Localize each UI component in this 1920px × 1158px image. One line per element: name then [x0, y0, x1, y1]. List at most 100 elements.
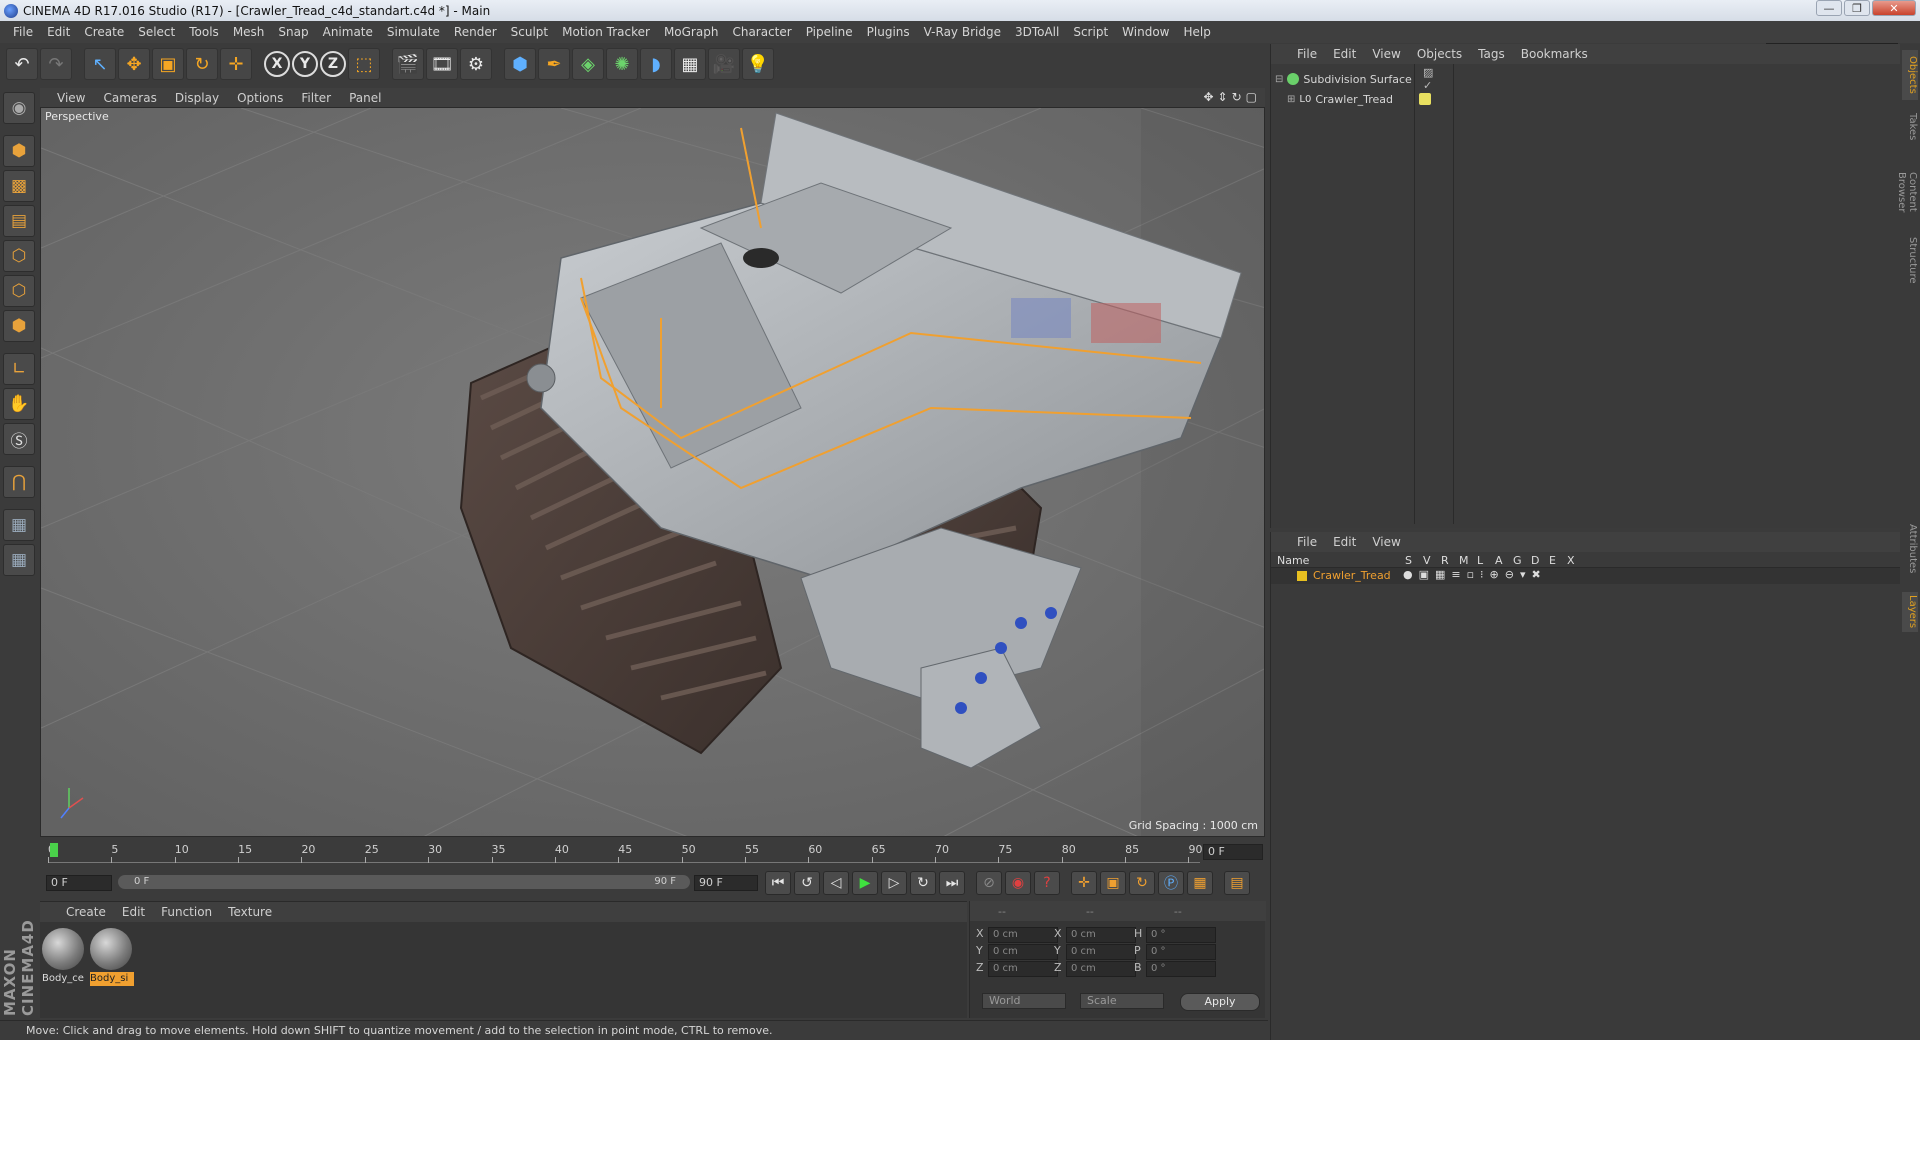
- object-menu-view[interactable]: View: [1364, 47, 1408, 61]
- planar-workplane-icon[interactable]: ▦: [3, 544, 35, 576]
- texture-mode-icon[interactable]: ▩: [3, 170, 35, 202]
- key-scale-icon[interactable]: ▣: [1100, 871, 1126, 895]
- side-tab-layers[interactable]: Layers: [1902, 592, 1918, 632]
- preview-range-slider[interactable]: 0 F 90 F: [118, 875, 690, 889]
- rotate-icon[interactable]: ↻: [186, 48, 218, 80]
- dolly-icon[interactable]: ⇕: [1218, 90, 1228, 104]
- object-tag-icons[interactable]: ▨ ✓: [1423, 66, 1433, 92]
- material-menu-edit[interactable]: Edit: [114, 905, 153, 919]
- object-menu-bookmarks[interactable]: Bookmarks: [1513, 47, 1596, 61]
- viewport-menu-options[interactable]: Options: [228, 91, 292, 105]
- maximize-button[interactable]: ❐: [1844, 0, 1870, 16]
- start-frame-field[interactable]: 0 F: [46, 875, 112, 891]
- menu-motion-tracker[interactable]: Motion Tracker: [555, 25, 657, 39]
- coord-value-field[interactable]: 0 cm: [1066, 961, 1136, 977]
- coord-value-field[interactable]: 0 cm: [1066, 927, 1136, 943]
- previous-key-icon[interactable]: ↺: [794, 871, 820, 895]
- workplane-mode-icon[interactable]: ▤: [3, 205, 35, 237]
- polygons-mode-icon[interactable]: ⬢: [3, 310, 35, 342]
- end-frame-field[interactable]: 90 F: [694, 875, 758, 891]
- world-coordinates-icon[interactable]: ⬚: [348, 48, 380, 80]
- go-to-end-icon[interactable]: ⏭: [939, 871, 965, 895]
- timeline-window-icon[interactable]: ▤: [1224, 871, 1250, 895]
- coord-value-field[interactable]: 0 cm: [988, 927, 1058, 943]
- material-menu-texture[interactable]: Texture: [220, 905, 280, 919]
- move-tool-icon[interactable]: ✛: [220, 48, 252, 80]
- menu-window[interactable]: Window: [1115, 25, 1176, 39]
- key-param-icon[interactable]: Ⓟ: [1158, 871, 1184, 895]
- render-picture-viewer-icon[interactable]: 🎞: [426, 48, 458, 80]
- apply-button[interactable]: Apply: [1180, 993, 1260, 1011]
- layer-color-icon[interactable]: [1297, 571, 1307, 581]
- object-mode-icon[interactable]: ⬢: [3, 135, 35, 167]
- layer-flags[interactable]: ●▣▦≡▫⁝⊕⊖▾✖: [1403, 568, 1547, 581]
- size-mode-dropdown[interactable]: Scale: [1080, 993, 1164, 1009]
- expand-icon[interactable]: ⊞: [1287, 94, 1295, 105]
- pan-icon[interactable]: ✥: [1203, 90, 1213, 104]
- z-axis-icon[interactable]: Z: [320, 51, 346, 77]
- model-mode-icon[interactable]: ◉: [3, 92, 35, 124]
- current-frame-field[interactable]: 0 F: [1203, 844, 1263, 860]
- layer-column-header[interactable]: L: [1477, 554, 1483, 567]
- menu-pipeline[interactable]: Pipeline: [799, 25, 860, 39]
- layer-color-icon[interactable]: [1419, 93, 1431, 105]
- layer-menu-view[interactable]: View: [1364, 535, 1408, 549]
- floor-icon[interactable]: ▦: [674, 48, 706, 80]
- menu-create[interactable]: Create: [77, 25, 131, 39]
- scale-icon[interactable]: ▣: [152, 48, 184, 80]
- key-pla-icon[interactable]: ▦: [1187, 871, 1213, 895]
- layer-column-header[interactable]: A: [1495, 554, 1503, 567]
- timeline[interactable]: 051015202530354045505560657075808590 0 F: [40, 839, 1265, 865]
- menu-mesh[interactable]: Mesh: [226, 25, 272, 39]
- coord-value-field[interactable]: 0 cm: [988, 961, 1058, 977]
- menu-3dtoall[interactable]: 3DToAll: [1008, 25, 1066, 39]
- layer-column-header[interactable]: D: [1531, 554, 1539, 567]
- next-frame-icon[interactable]: ▷: [881, 871, 907, 895]
- side-tab-takes[interactable]: Takes: [1902, 104, 1918, 150]
- coord-value-field[interactable]: 0 °: [1146, 944, 1216, 960]
- layer-column-header[interactable]: E: [1549, 554, 1556, 567]
- viewport-menu-filter[interactable]: Filter: [292, 91, 340, 105]
- object-menu-objects[interactable]: Objects: [1409, 47, 1470, 61]
- menu-v-ray-bridge[interactable]: V-Ray Bridge: [917, 25, 1008, 39]
- orbit-icon[interactable]: ↻: [1232, 90, 1242, 104]
- coord-value-field[interactable]: 0 cm: [1066, 944, 1136, 960]
- layer-column-header[interactable]: M: [1459, 554, 1469, 567]
- viewport-menu-display[interactable]: Display: [166, 91, 228, 105]
- play-icon[interactable]: ▶: [852, 871, 878, 895]
- close-button[interactable]: ✕: [1872, 0, 1916, 16]
- pen-spline-icon[interactable]: ✒: [538, 48, 570, 80]
- magnet-icon[interactable]: ⋂: [3, 466, 35, 498]
- x-axis-icon[interactable]: X: [264, 51, 290, 77]
- autokeying-icon[interactable]: ?: [1034, 871, 1060, 895]
- side-tab-content-browser[interactable]: Content Browser: [1896, 154, 1918, 230]
- menu-plugins[interactable]: Plugins: [860, 25, 917, 39]
- coord-value-field[interactable]: 0 cm: [988, 944, 1058, 960]
- object-row-crawler-tread[interactable]: ⊞ L0 Crawler_Tread: [1287, 90, 1431, 108]
- menu-simulate[interactable]: Simulate: [380, 25, 447, 39]
- material-body-ce[interactable]: Body_ce: [42, 928, 86, 988]
- subdivision-icon[interactable]: ◈: [572, 48, 604, 80]
- viewport-menu-view[interactable]: View: [48, 91, 94, 105]
- render-view-icon[interactable]: 🎬: [392, 48, 424, 80]
- menu-edit[interactable]: Edit: [40, 25, 77, 39]
- layer-menu-file[interactable]: File: [1289, 535, 1325, 549]
- layer-column-header[interactable]: X: [1567, 554, 1575, 567]
- previous-frame-icon[interactable]: ◁: [823, 871, 849, 895]
- side-tab-objects[interactable]: Objects: [1902, 50, 1918, 100]
- maximize-view-icon[interactable]: ▢: [1246, 90, 1257, 104]
- axis-mode-icon[interactable]: ∟: [3, 353, 35, 385]
- layer-row[interactable]: Crawler_Tread ●▣▦≡▫⁝⊕⊖▾✖: [1271, 568, 1901, 584]
- object-menu-edit[interactable]: Edit: [1325, 47, 1364, 61]
- viewport-menu-panel[interactable]: Panel: [340, 91, 390, 105]
- record-keys-off-icon[interactable]: ⊘: [976, 871, 1002, 895]
- side-tab-attributes[interactable]: Attributes: [1902, 514, 1918, 584]
- layer-column-header[interactable]: V: [1423, 554, 1431, 567]
- menu-file[interactable]: File: [6, 25, 40, 39]
- material-body-si[interactable]: Body_si: [90, 928, 134, 988]
- material-menu-create[interactable]: Create: [58, 905, 114, 919]
- menu-animate[interactable]: Animate: [316, 25, 380, 39]
- array-icon[interactable]: ✺: [606, 48, 638, 80]
- undo-icon[interactable]: ↶: [6, 48, 38, 80]
- object-row-subdivision[interactable]: ⊟ Subdivision Surface ▨ ✓: [1275, 66, 1433, 92]
